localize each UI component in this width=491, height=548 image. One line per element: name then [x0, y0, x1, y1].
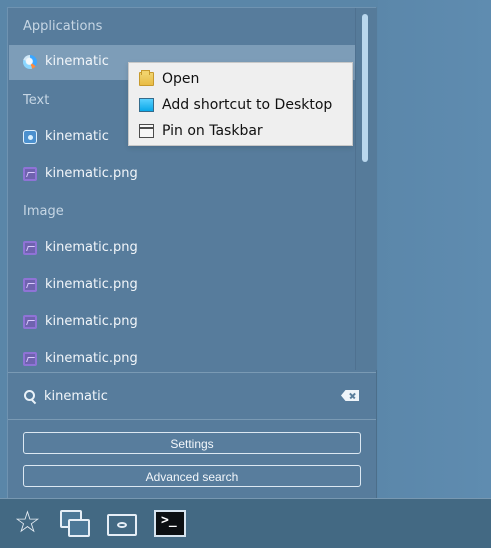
folder-icon [139, 70, 154, 86]
context-menu-item-pin-taskbar[interactable]: Pin on Taskbar [129, 119, 352, 145]
result-label: kinematic [45, 54, 109, 69]
document-icon [23, 130, 37, 144]
section-title-text: Text [23, 93, 50, 108]
results-scrollbar[interactable] [355, 8, 377, 370]
search-bar [8, 372, 376, 420]
result-image-kinematic-png-1[interactable]: kinematic.png [9, 231, 355, 266]
context-menu-label: Add shortcut to Desktop [162, 97, 333, 113]
section-title-image: Image [23, 204, 64, 219]
image-file-icon [23, 352, 37, 366]
terminal-icon[interactable] [154, 510, 186, 537]
result-label: kinematic.png [45, 166, 138, 181]
search-icon [24, 390, 35, 401]
settings-button[interactable]: Settings [23, 432, 361, 454]
section-title-applications: Applications [23, 19, 103, 34]
app-icon [23, 55, 37, 69]
result-file-kinematic-png[interactable]: kinematic.png [9, 157, 355, 192]
desktop-background [378, 0, 491, 498]
taskbar-pin-icon [139, 124, 154, 138]
result-label: kinematic.png [45, 314, 138, 329]
result-label: kinematic [45, 129, 109, 144]
context-menu: Open Add shortcut to Desktop Pin on Task… [128, 62, 353, 146]
result-label: kinematic.png [45, 351, 138, 366]
image-file-icon [23, 167, 37, 181]
context-menu-label: Pin on Taskbar [162, 123, 263, 139]
taskbar [0, 498, 491, 548]
result-image-kinematic-png-2[interactable]: kinematic.png [9, 268, 355, 303]
context-menu-label: Open [162, 71, 200, 87]
result-label: kinematic.png [45, 240, 138, 255]
files-icon[interactable] [107, 510, 137, 538]
context-menu-item-add-shortcut[interactable]: Add shortcut to Desktop [129, 93, 352, 119]
image-file-icon [23, 278, 37, 292]
windows-icon[interactable] [60, 510, 90, 538]
star-icon[interactable] [14, 506, 44, 540]
image-file-icon [23, 315, 37, 329]
clear-search-icon[interactable] [341, 390, 359, 401]
image-file-icon [23, 241, 37, 255]
advanced-search-button[interactable]: Advanced search [23, 465, 361, 487]
result-label: kinematic.png [45, 277, 138, 292]
result-image-kinematic-png-4[interactable]: kinematic.png [9, 342, 355, 370]
context-menu-item-open[interactable]: Open [129, 67, 352, 93]
desktop-shortcut-icon [139, 98, 154, 112]
search-input[interactable] [42, 384, 326, 408]
scrollbar-thumb[interactable] [362, 14, 368, 162]
result-image-kinematic-png-3[interactable]: kinematic.png [9, 305, 355, 340]
